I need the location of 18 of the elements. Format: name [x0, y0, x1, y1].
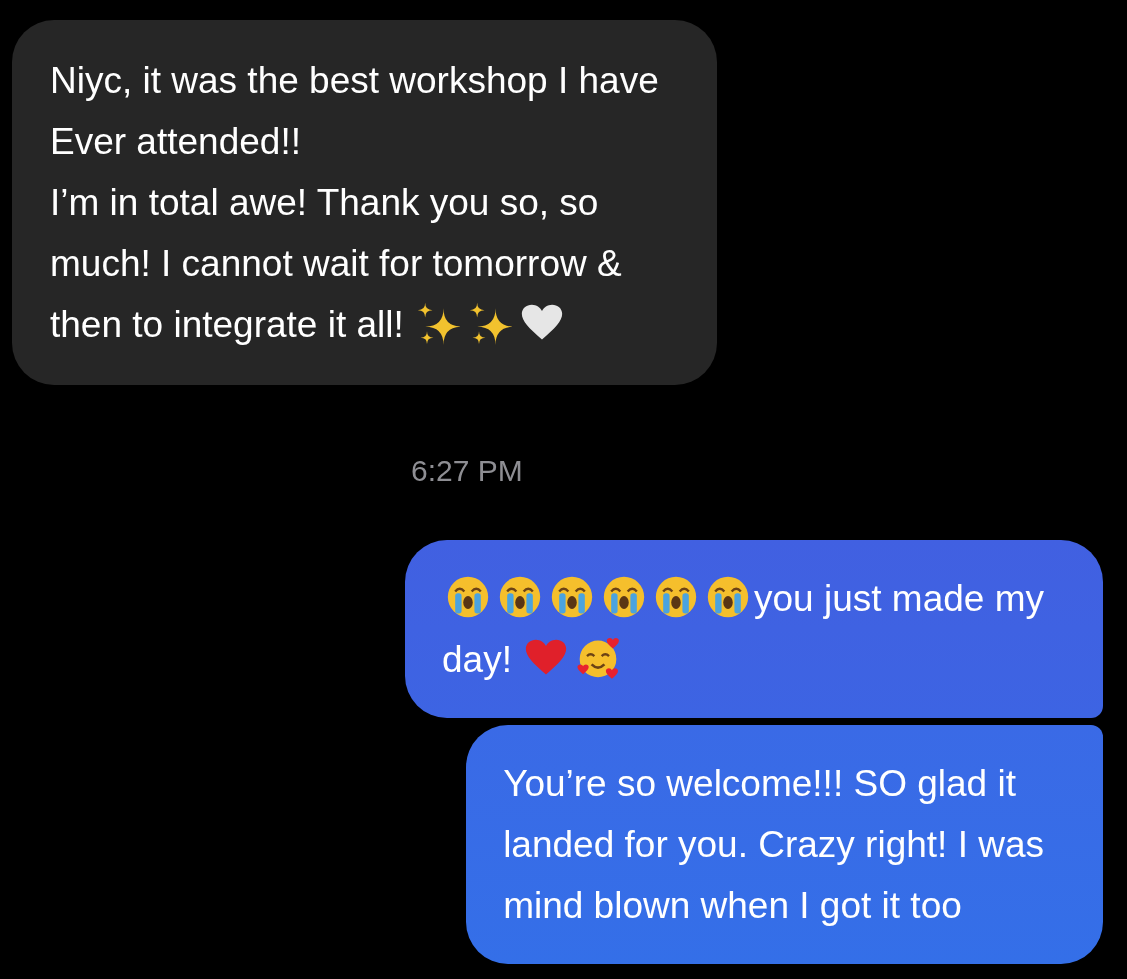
crying-face-icon	[706, 575, 751, 619]
message-text: Niyc, it was the best workshop I have	[50, 60, 659, 101]
crying-face-icon	[654, 575, 699, 619]
crying-face-icon	[602, 575, 647, 619]
message-text: then to integrate it all!	[50, 304, 404, 345]
message-text: I’m in total awe! Thank you so, so	[50, 182, 599, 223]
crying-face-icon	[498, 575, 543, 619]
message-text: mind blown when I got it too	[503, 885, 962, 926]
message-text: you just made my	[754, 578, 1044, 619]
message-text: You’re so welcome!!! SO glad it	[503, 763, 1016, 804]
message-text: much! I cannot wait for tomorrow &	[50, 243, 622, 284]
crying-face-icon	[550, 575, 595, 619]
message-text: day!	[442, 639, 512, 680]
crying-face-icon	[446, 575, 491, 619]
timestamp: 6:27 PM	[411, 453, 523, 489]
message-text: landed for you. Crazy right! I was	[503, 824, 1044, 865]
smiling-face-with-hearts-icon	[576, 636, 620, 680]
message-text: Ever attended!!	[50, 121, 301, 162]
